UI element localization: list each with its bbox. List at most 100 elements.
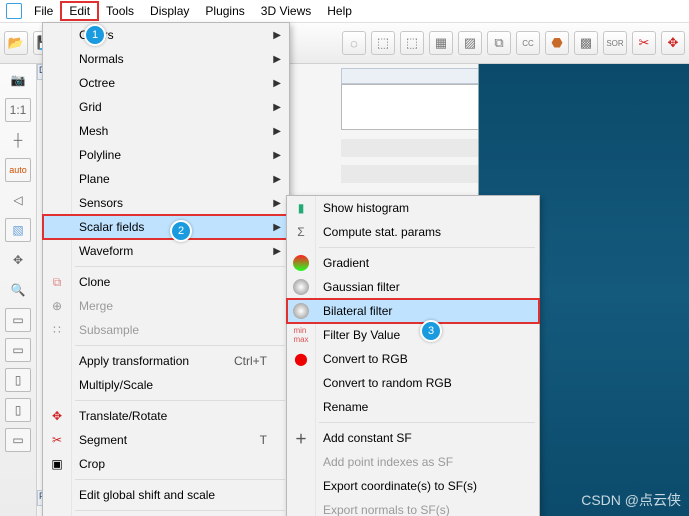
menu-segment[interactable]: ✂SegmentT: [43, 428, 289, 452]
submenu-arrow-icon: ▶: [273, 246, 281, 257]
menu-3dviews[interactable]: 3D Views: [253, 2, 319, 20]
submenu-show-histogram[interactable]: ▮Show histogram: [287, 196, 539, 220]
submenu-arrow-icon: ▶: [273, 102, 281, 113]
view-right-icon[interactable]: ▯: [5, 398, 31, 422]
tool-icon[interactable]: ▩: [574, 31, 598, 55]
accelerator: T: [260, 433, 267, 447]
app-logo-icon: [6, 3, 22, 19]
menu-separator: [75, 510, 285, 511]
menu-normals[interactable]: Normals▶: [43, 47, 289, 71]
app-window: File Edit Tools Display Plugins 3D Views…: [0, 0, 689, 516]
submenu-gradient[interactable]: Gradient: [287, 251, 539, 275]
sor-icon[interactable]: SOR: [603, 31, 627, 55]
menu-apply-transformation[interactable]: Apply transformationCtrl+T: [43, 349, 289, 373]
ratio-icon[interactable]: 1:1: [5, 98, 31, 122]
camera-icon[interactable]: 📷: [5, 68, 31, 92]
view-top-icon[interactable]: ▭: [5, 428, 31, 452]
crop-icon: ▣: [49, 456, 65, 472]
annotation-badge-3: 3: [420, 320, 442, 342]
tool-icon[interactable]: ▦: [429, 31, 453, 55]
zoom-icon[interactable]: 🔍: [5, 278, 31, 302]
submenu-convert-rgb[interactable]: ⬤Convert to RGB: [287, 347, 539, 371]
menu-plugins[interactable]: Plugins: [197, 2, 252, 20]
menu-help[interactable]: Help: [319, 2, 360, 20]
view-front-icon[interactable]: ▭: [5, 308, 31, 332]
auto-icon[interactable]: auto: [5, 158, 31, 182]
annotation-badge-2: 2: [170, 220, 192, 242]
submenu-arrow-icon: ▶: [273, 222, 281, 233]
sphere-icon: [293, 279, 309, 295]
gradient-icon: [293, 255, 309, 271]
menu-edit-global-shift[interactable]: Edit global shift and scale: [43, 483, 289, 507]
menu-sensors[interactable]: Sensors▶: [43, 191, 289, 215]
view-left-icon[interactable]: ▯: [5, 368, 31, 392]
accelerator: Ctrl+T: [234, 354, 267, 368]
tool-icon[interactable]: CC: [516, 31, 540, 55]
menu-grid[interactable]: Grid▶: [43, 95, 289, 119]
submenu-add-indexes: Add point indexes as SF: [287, 450, 539, 474]
move-icon[interactable]: ✥: [661, 31, 685, 55]
submenu-export-normals: Export normals to SF(s): [287, 498, 539, 516]
menu-separator: [75, 345, 285, 346]
tool-icon[interactable]: ⧉: [487, 31, 511, 55]
menu-multiply-scale[interactable]: Multiply/Scale: [43, 373, 289, 397]
menu-file[interactable]: File: [26, 2, 61, 20]
move-icon[interactable]: ✥: [5, 248, 31, 272]
submenu-random-rgb[interactable]: Convert to random RGB: [287, 371, 539, 395]
menu-separator: [75, 479, 285, 480]
menu-edit[interactable]: Edit: [61, 2, 98, 20]
menu-separator: [75, 266, 285, 267]
tool-icon[interactable]: ◌: [342, 31, 366, 55]
merge-icon: ⊕: [49, 298, 65, 314]
filter-icon: minmax: [293, 327, 309, 343]
menu-merge: ⊕Merge: [43, 294, 289, 318]
submenu-arrow-icon: ▶: [273, 54, 281, 65]
menu-waveform[interactable]: Waveform▶: [43, 239, 289, 263]
subsample-icon: ∷: [49, 322, 65, 338]
annotation-badge-1: 1: [84, 24, 106, 46]
menu-polyline[interactable]: Polyline▶: [43, 143, 289, 167]
submenu-compute-stat[interactable]: ΣCompute stat. params: [287, 220, 539, 244]
menu-clone[interactable]: ⧉Clone: [43, 270, 289, 294]
submenu-arrow-icon: ▶: [273, 150, 281, 161]
submenu-rename[interactable]: Rename: [287, 395, 539, 419]
edit-dropdown-menu: Colors▶ Normals▶ Octree▶ Grid▶ Mesh▶ Pol…: [42, 22, 290, 516]
tool-icon[interactable]: ⬣: [545, 31, 569, 55]
tool-icon[interactable]: ▨: [458, 31, 482, 55]
cube-icon[interactable]: ▧: [5, 218, 31, 242]
menubar: File Edit Tools Display Plugins 3D Views…: [0, 0, 689, 23]
left-toolbar: 📷 1:1 ┼ auto ◁ ▧ ✥ 🔍 ▭ ▭ ▯ ▯ ▭: [0, 64, 37, 516]
submenu-arrow-icon: ▶: [273, 198, 281, 209]
sphere-icon: [293, 303, 309, 319]
menu-display[interactable]: Display: [142, 2, 197, 20]
menu-translate-rotate[interactable]: ✥Translate/Rotate: [43, 404, 289, 428]
menu-plane[interactable]: Plane▶: [43, 167, 289, 191]
tool-icon[interactable]: ⬚: [371, 31, 395, 55]
menu-tools[interactable]: Tools: [98, 2, 142, 20]
menu-colors[interactable]: Colors▶: [43, 23, 289, 47]
menu-mesh[interactable]: Mesh▶: [43, 119, 289, 143]
open-folder-icon[interactable]: 📂: [4, 31, 28, 55]
sigma-icon: Σ: [293, 224, 309, 240]
submenu-bilateral-filter[interactable]: Bilateral filter: [287, 299, 539, 323]
rgb-icon: ⬤: [293, 351, 309, 367]
scissors-icon[interactable]: ✂: [632, 31, 656, 55]
menu-scalar-fields[interactable]: Scalar fields▶: [43, 215, 289, 239]
submenu-arrow-icon: ▶: [273, 126, 281, 137]
submenu-filter-by-value[interactable]: minmaxFilter By Value: [287, 323, 539, 347]
cross-icon[interactable]: ┼: [5, 128, 31, 152]
menu-subsample: ∷Subsample: [43, 318, 289, 342]
translate-icon: ✥: [49, 408, 65, 424]
menu-octree[interactable]: Octree▶: [43, 71, 289, 95]
arrow-icon[interactable]: ◁: [5, 188, 31, 212]
menu-separator: [75, 400, 285, 401]
plus-icon: ＋: [293, 430, 309, 446]
menu-crop[interactable]: ▣Crop: [43, 452, 289, 476]
tool-icon[interactable]: ⬚: [400, 31, 424, 55]
submenu-export-coords[interactable]: Export coordinate(s) to SF(s): [287, 474, 539, 498]
watermark-text: CSDN @点云侠: [581, 490, 681, 510]
submenu-gaussian[interactable]: Gaussian filter: [287, 275, 539, 299]
submenu-add-constant[interactable]: ＋Add constant SF: [287, 426, 539, 450]
submenu-arrow-icon: ▶: [273, 174, 281, 185]
view-back-icon[interactable]: ▭: [5, 338, 31, 362]
